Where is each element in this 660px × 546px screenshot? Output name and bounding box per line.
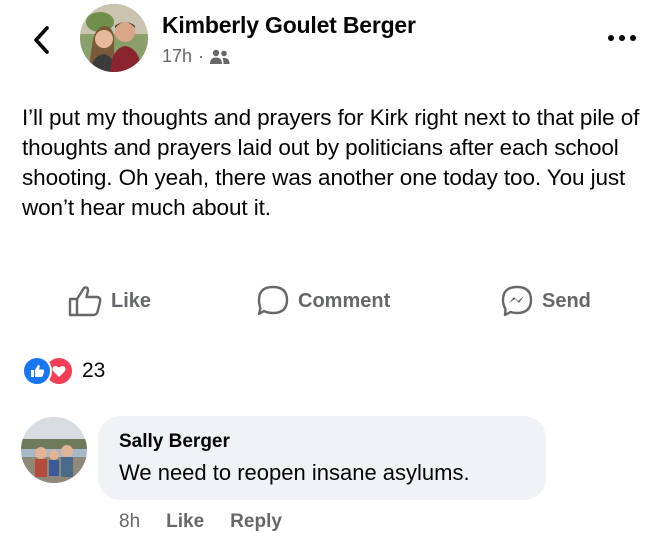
like-button[interactable]: Like	[67, 285, 151, 317]
more-options-button[interactable]	[604, 32, 640, 44]
send-button[interactable]: Send	[500, 285, 591, 317]
comment-label: Comment	[298, 289, 391, 312]
commenter-avatar[interactable]	[21, 417, 87, 483]
back-button[interactable]	[24, 20, 58, 60]
like-reaction-icon	[22, 356, 52, 386]
like-label: Like	[111, 289, 152, 312]
author-avatar[interactable]	[80, 4, 148, 72]
more-dot-icon	[630, 35, 636, 41]
send-label: Send	[542, 289, 591, 312]
comment-button[interactable]: Comment	[256, 285, 390, 317]
thumbs-up-icon	[68, 286, 102, 317]
messenger-icon	[501, 285, 533, 317]
comment-text: We need to reopen insane asylums.	[119, 460, 470, 485]
post-meta: 17h ·	[162, 46, 230, 67]
post-text: I’ll put my thoughts and prayers for Kir…	[22, 105, 640, 220]
comment-reply-button[interactable]: Reply	[230, 511, 282, 533]
friends-icon	[210, 49, 230, 64]
commenter-name[interactable]: Sally Berger	[119, 431, 230, 453]
comment-actions: 8h Like Reply	[119, 511, 282, 533]
more-dot-icon	[619, 35, 625, 41]
more-dot-icon	[608, 35, 614, 41]
chevron-left-icon	[34, 26, 49, 54]
reaction-count: 23	[82, 359, 106, 382]
post-time[interactable]: 17h	[162, 46, 192, 67]
comment-like-button[interactable]: Like	[166, 511, 204, 533]
comment-bubble-icon	[257, 285, 289, 316]
comment-bubble	[98, 416, 546, 500]
meta-separator: ·	[198, 46, 205, 66]
reactions-summary[interactable]: 23	[22, 356, 105, 386]
author-name[interactable]: Kimberly Goulet Berger	[162, 12, 416, 39]
comment-time[interactable]: 8h	[119, 511, 140, 533]
